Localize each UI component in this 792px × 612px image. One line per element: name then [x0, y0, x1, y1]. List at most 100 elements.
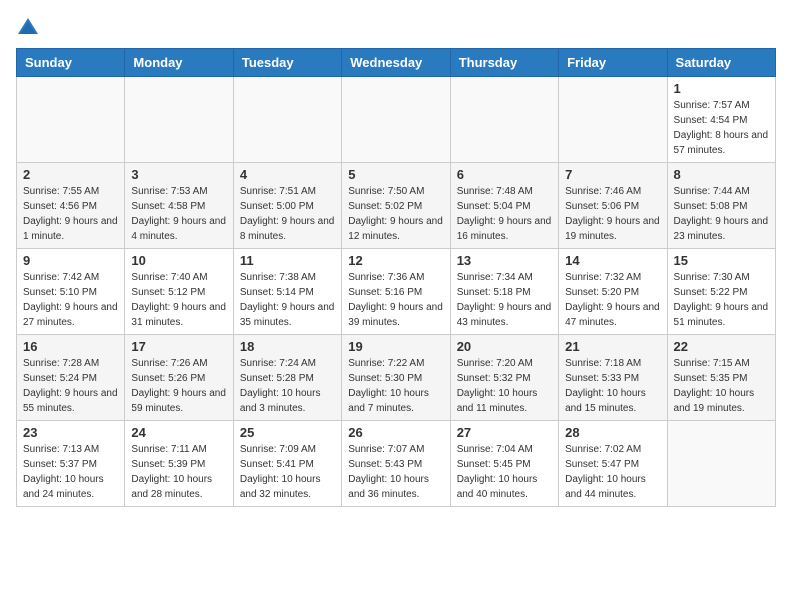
day-info: Sunrise: 7:13 AM Sunset: 5:37 PM Dayligh…	[23, 442, 118, 502]
header	[16, 16, 776, 40]
day-number: 10	[131, 253, 226, 268]
day-info: Sunrise: 7:24 AM Sunset: 5:28 PM Dayligh…	[240, 356, 335, 416]
calendar-cell: 9 Sunrise: 7:42 AM Sunset: 5:10 PM Daylig…	[17, 249, 125, 335]
day-number: 25	[240, 425, 335, 440]
day-number: 19	[348, 339, 443, 354]
day-info: Sunrise: 7:51 AM Sunset: 5:00 PM Dayligh…	[240, 184, 335, 244]
calendar-cell: 22 Sunrise: 7:15 AM Sunset: 5:35 PM Dayli…	[667, 335, 775, 421]
day-number: 5	[348, 167, 443, 182]
calendar-cell: 27Sunrise: 7:04 AM Sunset: 5:45 PM Dayli…	[450, 421, 558, 507]
calendar-header-row: SundayMondayTuesdayWednesdayThursdayFrid…	[17, 49, 776, 77]
day-info: Sunrise: 7:44 AM Sunset: 5:08 PM Dayligh…	[674, 184, 769, 244]
day-info: Sunrise: 7:20 AM Sunset: 5:32 PM Dayligh…	[457, 356, 552, 416]
calendar-cell: 14 Sunrise: 7:32 AM Sunset: 5:20 PM Dayli…	[559, 249, 667, 335]
header-day-monday: Monday	[125, 49, 233, 77]
day-number: 17	[131, 339, 226, 354]
day-info: Sunrise: 7:36 AM Sunset: 5:16 PM Dayligh…	[348, 270, 443, 330]
header-day-tuesday: Tuesday	[233, 49, 341, 77]
calendar-cell	[125, 77, 233, 163]
day-number: 18	[240, 339, 335, 354]
calendar-cell	[17, 77, 125, 163]
calendar-cell: 23Sunrise: 7:13 AM Sunset: 5:37 PM Dayli…	[17, 421, 125, 507]
day-info: Sunrise: 7:11 AM Sunset: 5:39 PM Dayligh…	[131, 442, 226, 502]
day-info: Sunrise: 7:09 AM Sunset: 5:41 PM Dayligh…	[240, 442, 335, 502]
calendar-cell: 17 Sunrise: 7:26 AM Sunset: 5:26 PM Dayli…	[125, 335, 233, 421]
day-number: 16	[23, 339, 118, 354]
day-info: Sunrise: 7:55 AM Sunset: 4:56 PM Dayligh…	[23, 184, 118, 244]
day-info: Sunrise: 7:26 AM Sunset: 5:26 PM Dayligh…	[131, 356, 226, 416]
calendar-cell: 28 Sunrise: 7:02 AM Sunset: 5:47 PM Dayli…	[559, 421, 667, 507]
day-number: 28	[565, 425, 660, 440]
day-number: 13	[457, 253, 552, 268]
day-info: Sunrise: 7:42 AM Sunset: 5:10 PM Dayligh…	[23, 270, 118, 330]
calendar-cell: 12 Sunrise: 7:36 AM Sunset: 5:16 PM Dayli…	[342, 249, 450, 335]
header-day-wednesday: Wednesday	[342, 49, 450, 77]
day-info: Sunrise: 7:32 AM Sunset: 5:20 PM Dayligh…	[565, 270, 660, 330]
calendar-cell: 2 Sunrise: 7:55 AM Sunset: 4:56 PM Daylig…	[17, 163, 125, 249]
calendar-cell: 10 Sunrise: 7:40 AM Sunset: 5:12 PM Dayli…	[125, 249, 233, 335]
calendar-week-row: 23Sunrise: 7:13 AM Sunset: 5:37 PM Dayli…	[17, 421, 776, 507]
day-number: 9	[23, 253, 118, 268]
day-number: 21	[565, 339, 660, 354]
calendar-cell	[559, 77, 667, 163]
calendar-cell: 6 Sunrise: 7:48 AM Sunset: 5:04 PM Daylig…	[450, 163, 558, 249]
day-number: 6	[457, 167, 552, 182]
day-number: 3	[131, 167, 226, 182]
header-day-sunday: Sunday	[17, 49, 125, 77]
header-day-saturday: Saturday	[667, 49, 775, 77]
calendar-cell: 11 Sunrise: 7:38 AM Sunset: 5:14 PM Dayli…	[233, 249, 341, 335]
day-info: Sunrise: 7:46 AM Sunset: 5:06 PM Dayligh…	[565, 184, 660, 244]
day-number: 27	[457, 425, 552, 440]
day-number: 4	[240, 167, 335, 182]
day-info: Sunrise: 7:53 AM Sunset: 4:58 PM Dayligh…	[131, 184, 226, 244]
calendar-cell: 3 Sunrise: 7:53 AM Sunset: 4:58 PM Daylig…	[125, 163, 233, 249]
day-number: 2	[23, 167, 118, 182]
day-number: 14	[565, 253, 660, 268]
calendar-cell: 21 Sunrise: 7:18 AM Sunset: 5:33 PM Dayli…	[559, 335, 667, 421]
calendar-cell: 19 Sunrise: 7:22 AM Sunset: 5:30 PM Dayli…	[342, 335, 450, 421]
calendar-cell: 13 Sunrise: 7:34 AM Sunset: 5:18 PM Dayli…	[450, 249, 558, 335]
calendar-week-row: 1Sunrise: 7:57 AM Sunset: 4:54 PM Daylig…	[17, 77, 776, 163]
day-info: Sunrise: 7:48 AM Sunset: 5:04 PM Dayligh…	[457, 184, 552, 244]
header-day-thursday: Thursday	[450, 49, 558, 77]
calendar-cell: 5 Sunrise: 7:50 AM Sunset: 5:02 PM Daylig…	[342, 163, 450, 249]
calendar-cell: 24 Sunrise: 7:11 AM Sunset: 5:39 PM Dayli…	[125, 421, 233, 507]
calendar-cell: 7 Sunrise: 7:46 AM Sunset: 5:06 PM Daylig…	[559, 163, 667, 249]
calendar-cell: 25 Sunrise: 7:09 AM Sunset: 5:41 PM Dayli…	[233, 421, 341, 507]
day-number: 24	[131, 425, 226, 440]
day-info: Sunrise: 7:38 AM Sunset: 5:14 PM Dayligh…	[240, 270, 335, 330]
day-number: 1	[674, 81, 769, 96]
day-info: Sunrise: 7:30 AM Sunset: 5:22 PM Dayligh…	[674, 270, 769, 330]
calendar-cell	[450, 77, 558, 163]
calendar-cell	[342, 77, 450, 163]
logo	[16, 16, 44, 40]
calendar-week-row: 2 Sunrise: 7:55 AM Sunset: 4:56 PM Daylig…	[17, 163, 776, 249]
calendar-cell: 1Sunrise: 7:57 AM Sunset: 4:54 PM Daylig…	[667, 77, 775, 163]
day-number: 11	[240, 253, 335, 268]
day-number: 7	[565, 167, 660, 182]
calendar-cell	[667, 421, 775, 507]
calendar-cell: 8 Sunrise: 7:44 AM Sunset: 5:08 PM Daylig…	[667, 163, 775, 249]
calendar-week-row: 16 Sunrise: 7:28 AM Sunset: 5:24 PM Dayli…	[17, 335, 776, 421]
day-info: Sunrise: 7:40 AM Sunset: 5:12 PM Dayligh…	[131, 270, 226, 330]
day-info: Sunrise: 7:34 AM Sunset: 5:18 PM Dayligh…	[457, 270, 552, 330]
day-info: Sunrise: 7:15 AM Sunset: 5:35 PM Dayligh…	[674, 356, 769, 416]
day-number: 8	[674, 167, 769, 182]
calendar-cell: 26Sunrise: 7:07 AM Sunset: 5:43 PM Dayli…	[342, 421, 450, 507]
calendar-cell	[233, 77, 341, 163]
day-number: 26	[348, 425, 443, 440]
header-day-friday: Friday	[559, 49, 667, 77]
day-number: 12	[348, 253, 443, 268]
day-info: Sunrise: 7:50 AM Sunset: 5:02 PM Dayligh…	[348, 184, 443, 244]
day-info: Sunrise: 7:02 AM Sunset: 5:47 PM Dayligh…	[565, 442, 660, 502]
day-info: Sunrise: 7:28 AM Sunset: 5:24 PM Dayligh…	[23, 356, 118, 416]
calendar: SundayMondayTuesdayWednesdayThursdayFrid…	[16, 48, 776, 507]
day-number: 15	[674, 253, 769, 268]
calendar-cell: 18 Sunrise: 7:24 AM Sunset: 5:28 PM Dayli…	[233, 335, 341, 421]
day-number: 22	[674, 339, 769, 354]
day-number: 20	[457, 339, 552, 354]
calendar-cell: 20 Sunrise: 7:20 AM Sunset: 5:32 PM Dayli…	[450, 335, 558, 421]
day-info: Sunrise: 7:22 AM Sunset: 5:30 PM Dayligh…	[348, 356, 443, 416]
day-info: Sunrise: 7:18 AM Sunset: 5:33 PM Dayligh…	[565, 356, 660, 416]
calendar-cell: 16 Sunrise: 7:28 AM Sunset: 5:24 PM Dayli…	[17, 335, 125, 421]
